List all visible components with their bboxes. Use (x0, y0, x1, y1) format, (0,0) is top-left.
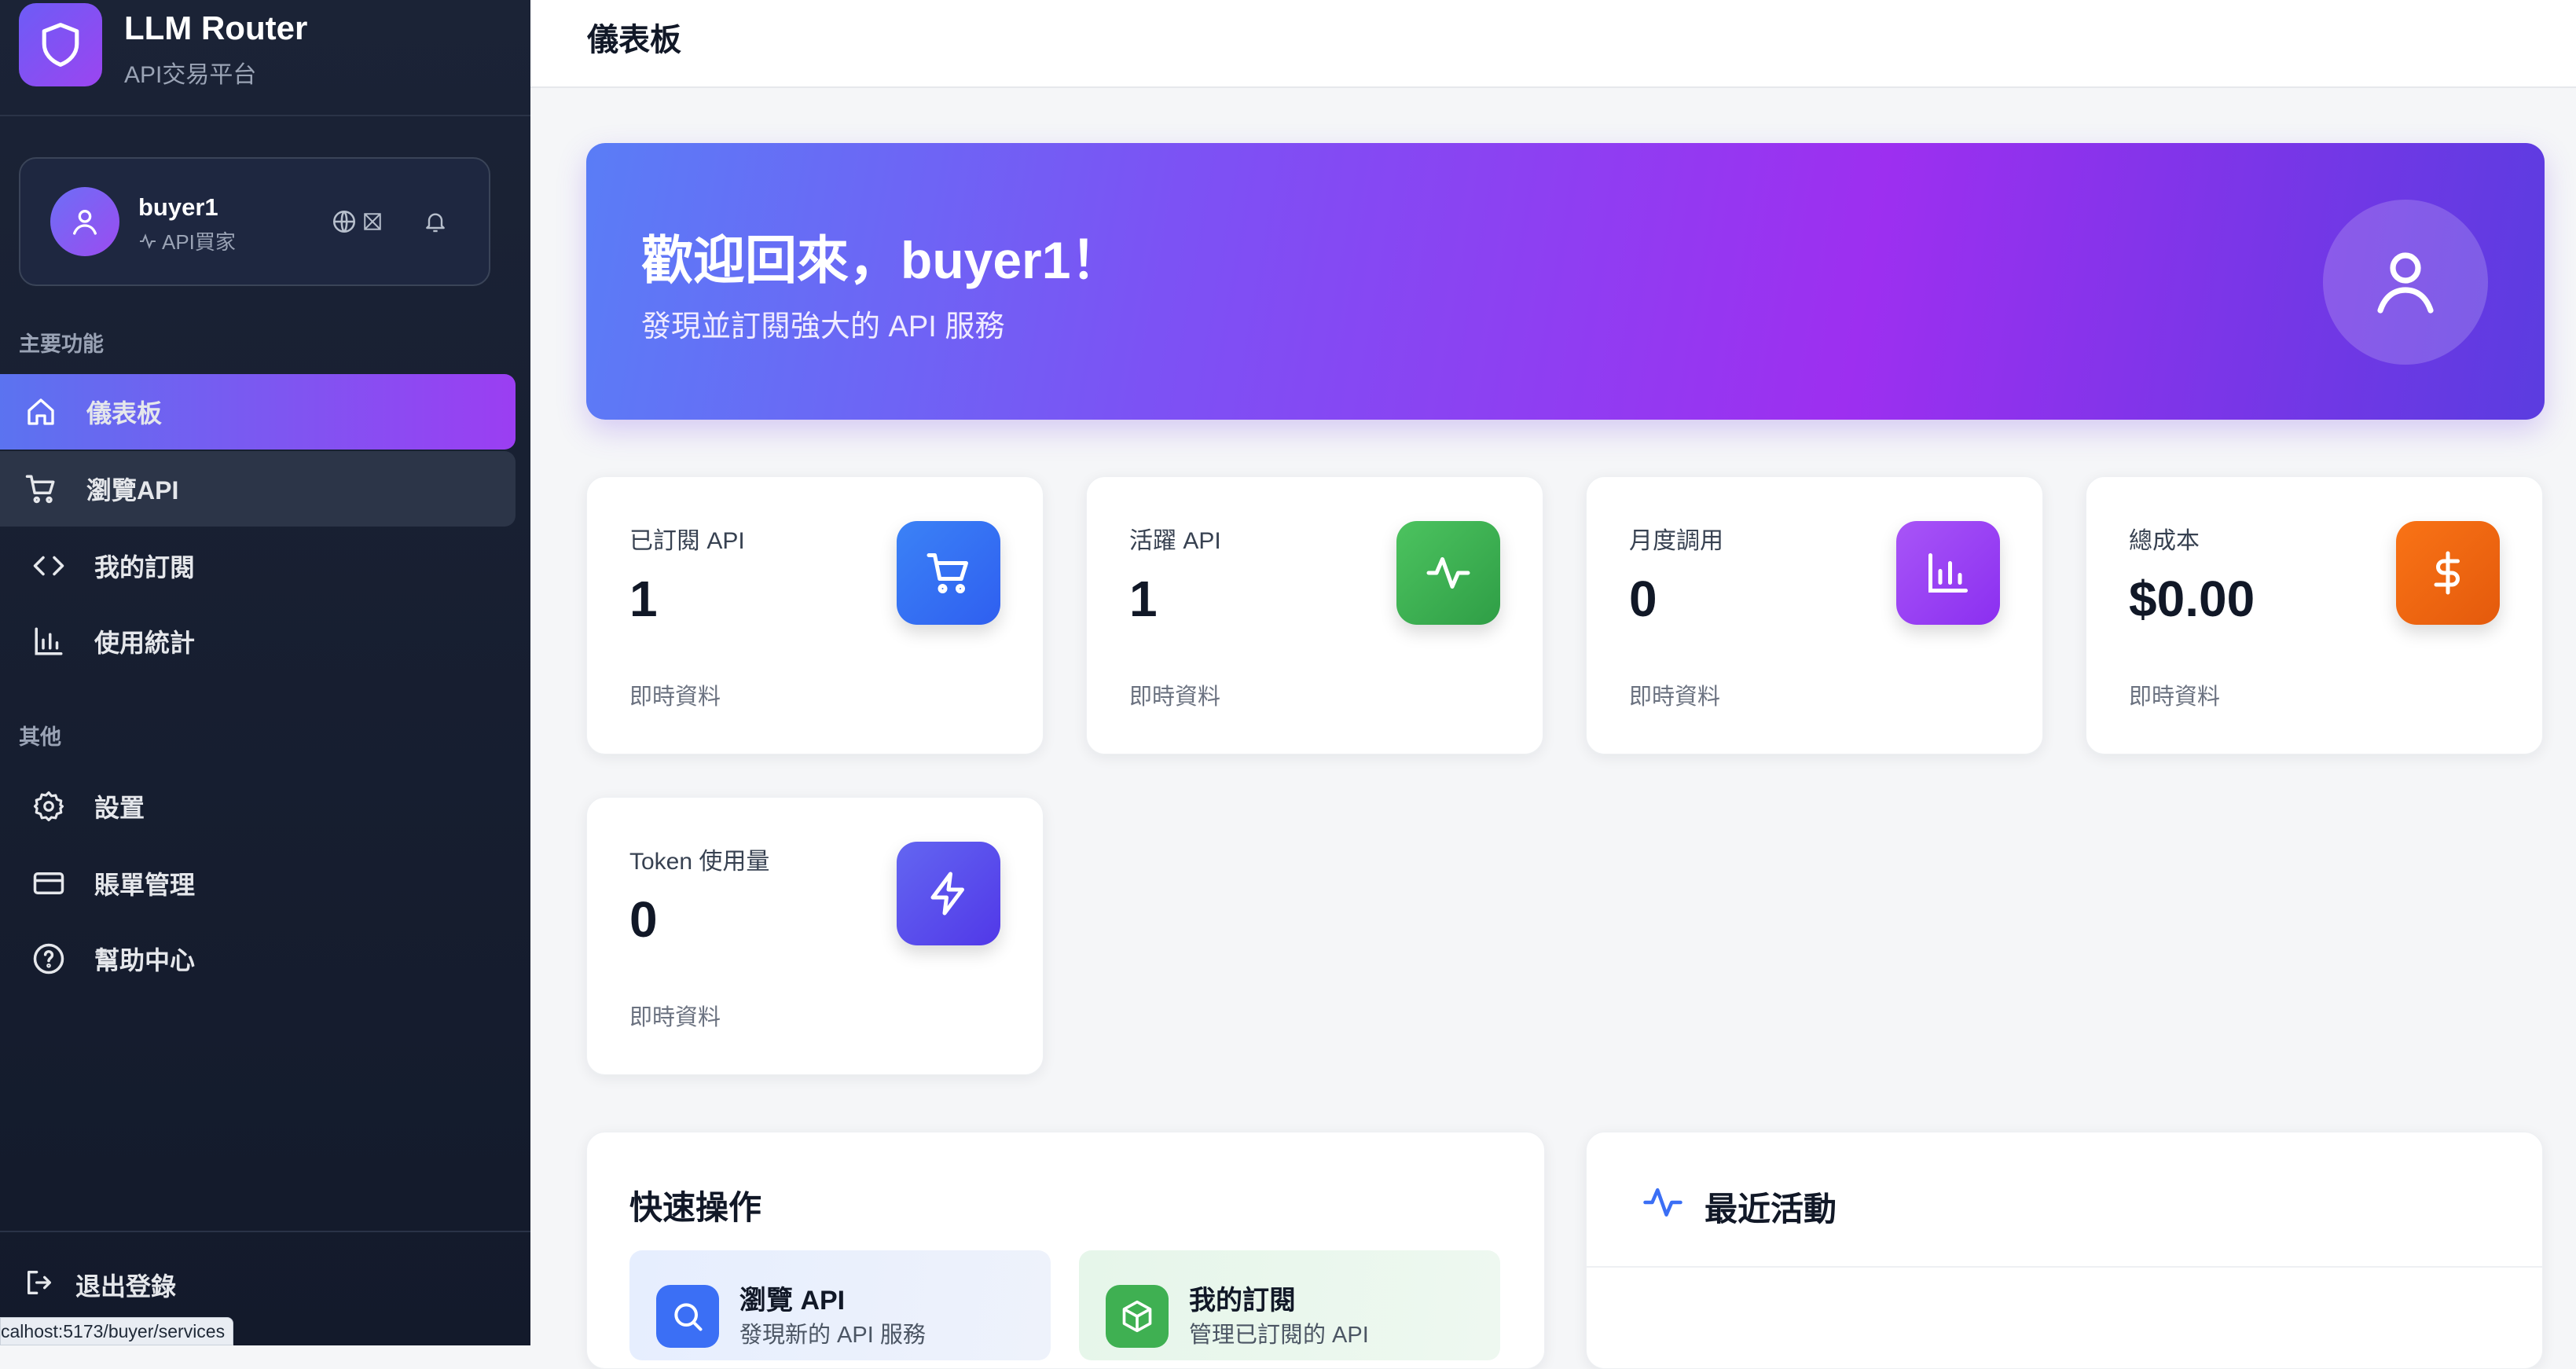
bell-icon[interactable] (418, 204, 453, 239)
sidebar-item-usage-stats[interactable]: 使用統計 (0, 604, 516, 679)
stat-card-subscribed-api: 已訂閱 API 1 即時資料 (586, 476, 1044, 754)
lightning-icon (897, 842, 1000, 945)
sidebar-item-label: 賬單管理 (94, 871, 196, 899)
gear-icon (30, 787, 68, 825)
stat-card-active-api: 活躍 API 1 即時資料 (1086, 476, 1543, 754)
quick-actions-panel: 快速操作 瀏覽 API 發現新的 API 服務 我的訂閱 管理已訂閱的 API (586, 1132, 1545, 1369)
cart-icon (897, 521, 1000, 625)
stat-label: 月度調用 (1629, 528, 1723, 554)
stat-value: 0 (629, 891, 658, 948)
stat-value: 0 (1629, 571, 1657, 627)
sidebar-item-browse-api[interactable]: 瀏覽API (0, 451, 516, 527)
stat-label: 活躍 API (1129, 528, 1221, 554)
welcome-subtitle: 發現並訂閱強大的 API 服務 (641, 310, 1005, 343)
stat-value: 1 (1129, 571, 1158, 627)
sidebar-item-label: 幫助中心 (94, 946, 196, 974)
search-icon (656, 1285, 719, 1348)
quick-actions-title: 快速操作 (629, 1189, 762, 1226)
brand-name: LLM Router (124, 9, 308, 46)
section-title-main: 主要功能 (19, 332, 104, 356)
recent-activity-title: 最近活動 (1704, 1191, 1837, 1228)
quick-action-title: 我的訂閱 (1189, 1286, 1296, 1316)
logout-label: 退出登錄 (75, 1272, 177, 1301)
stat-label: 已訂閱 API (629, 528, 745, 554)
sidebar-item-billing[interactable]: 賬單管理 (0, 846, 516, 921)
sidebar-item-label: 儀表板 (86, 399, 163, 428)
quick-action-my-subscriptions[interactable]: 我的訂閱 管理已訂閱的 API (1079, 1250, 1500, 1360)
credit-card-icon (30, 864, 68, 902)
stat-value: 1 (629, 571, 658, 627)
stat-footnote: 即時資料 (629, 1005, 721, 1030)
brand[interactable]: LLM Router API交易平台 (19, 3, 522, 113)
cart-icon (22, 470, 60, 508)
welcome-title: 歡迎回來，buyer1！ (641, 231, 1123, 289)
activity-icon (1642, 1181, 1684, 1224)
activity-icon (138, 232, 157, 251)
home-icon (22, 393, 60, 431)
user-role-label: API買家 (162, 230, 236, 254)
stat-card-token-usage: Token 使用量 0 即時資料 (586, 797, 1044, 1075)
stat-card-monthly-calls: 月度調用 0 即時資料 (1586, 476, 2043, 754)
bar-chart-icon (1896, 521, 2000, 625)
sidebar-item-label: 瀏覽API (86, 476, 179, 505)
stat-label: Token 使用量 (629, 849, 770, 875)
sidebar: LLM Router API交易平台 buyer1 API買家 主要功能 儀表板 (0, 0, 530, 1345)
sidebar-item-settings[interactable]: 設置 (0, 769, 516, 844)
stat-footnote: 即時資料 (2129, 684, 2221, 710)
activity-icon (1396, 521, 1500, 625)
user-icon (2323, 200, 2488, 365)
flag-placeholder-icon[interactable] (355, 204, 390, 239)
stat-footnote: 即時資料 (1629, 684, 1721, 710)
stat-card-total-cost: 總成本 $0.00 即時資料 (2086, 476, 2543, 754)
section-title-other: 其他 (19, 725, 61, 749)
quick-action-subtitle: 發現新的 API 服務 (739, 1323, 926, 1348)
bar-chart-icon (30, 622, 68, 660)
brand-subtitle: API交易平台 (124, 62, 257, 88)
logout-icon (24, 1267, 55, 1298)
quick-action-subtitle: 管理已訂閱的 API (1189, 1323, 1369, 1348)
help-circle-icon (30, 940, 68, 978)
quick-action-browse-api[interactable]: 瀏覽 API 發現新的 API 服務 (629, 1250, 1051, 1360)
sidebar-item-label: 設置 (94, 794, 145, 822)
user-role: API買家 (138, 226, 236, 255)
divider (1587, 1266, 2542, 1268)
stat-value: $0.00 (2129, 571, 2255, 627)
avatar[interactable] (50, 187, 119, 256)
sidebar-item-dashboard[interactable]: 儀表板 (0, 374, 516, 450)
sidebar-item-label: 我的訂閱 (94, 553, 196, 582)
stat-footnote: 即時資料 (1129, 684, 1221, 710)
stat-label: 總成本 (2129, 528, 2200, 554)
stat-footnote: 即時資料 (629, 684, 721, 710)
page-title: 儀表板 (587, 23, 681, 57)
recent-activity-panel: 最近活動 (1586, 1132, 2543, 1369)
divider (0, 115, 530, 116)
package-icon (1106, 1285, 1169, 1348)
user-card: buyer1 API買家 (19, 157, 490, 286)
user-name: buyer1 (138, 193, 218, 221)
status-bar-url: calhost:5173/buyer/services (0, 1317, 234, 1345)
welcome-banner: 歡迎回來，buyer1！ 發現並訂閱強大的 API 服務 (586, 143, 2545, 420)
quick-action-title: 瀏覽 API (739, 1286, 846, 1316)
top-bar: 儀表板 (530, 0, 2576, 88)
shield-icon (19, 3, 102, 86)
code-icon (30, 547, 68, 585)
divider (0, 1231, 530, 1232)
sidebar-item-help[interactable]: 幫助中心 (0, 921, 516, 996)
logout-button[interactable]: 退出登錄 (24, 1267, 176, 1301)
dollar-icon (2396, 521, 2500, 625)
sidebar-item-label: 使用統計 (94, 629, 196, 657)
sidebar-item-my-subscriptions[interactable]: 我的訂閱 (0, 528, 516, 604)
